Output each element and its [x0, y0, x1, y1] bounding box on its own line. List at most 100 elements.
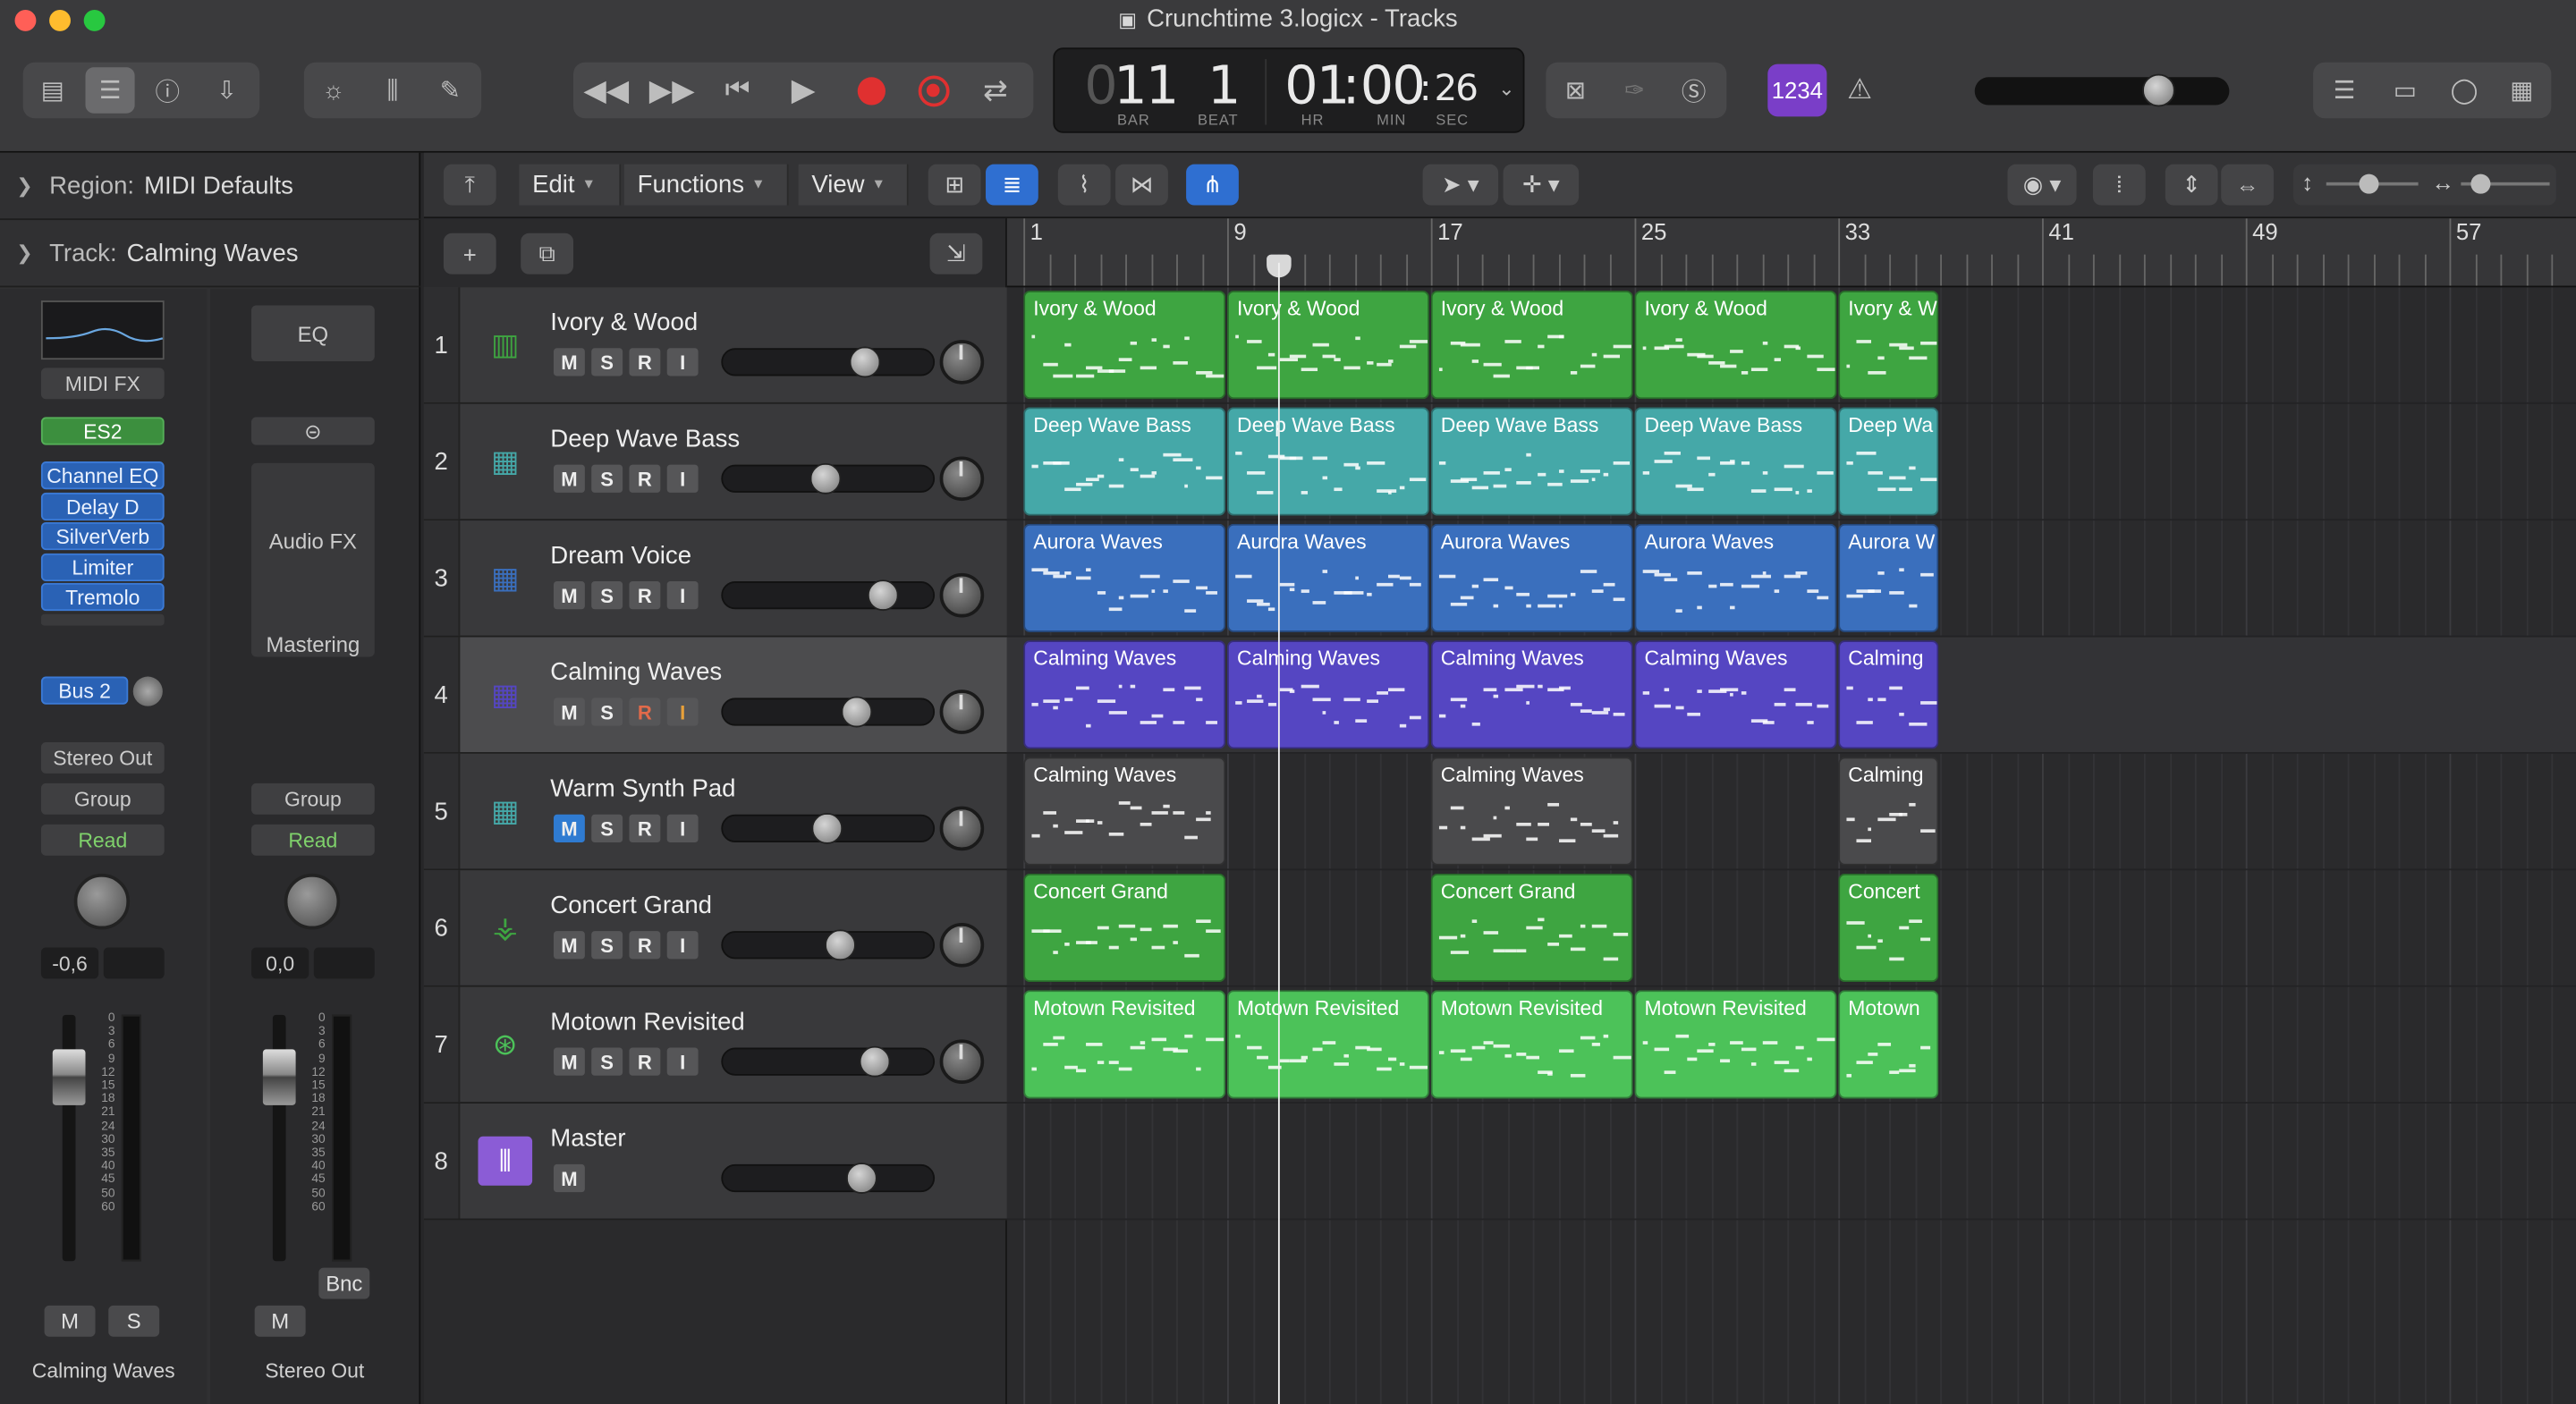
link-icon[interactable]: ⊝	[251, 417, 375, 445]
mute-button[interactable]: M	[553, 698, 585, 726]
midi-region[interactable]: Motown	[1838, 990, 1939, 1099]
volume-thumb[interactable]	[809, 462, 842, 495]
group-slot[interactable]: Group	[40, 782, 165, 815]
pan-knob[interactable]	[284, 873, 341, 930]
send-knob[interactable]	[132, 676, 163, 706]
input-monitor-button[interactable]: I	[666, 698, 699, 726]
track-header-7[interactable]: 7 ⊛ Motown Revisited M S R I	[423, 986, 1007, 1104]
track-pan-knob[interactable]	[939, 572, 985, 618]
pencil-icon[interactable]: ✎	[428, 67, 473, 113]
mute-button[interactable]: M	[553, 581, 585, 610]
playhead[interactable]	[1277, 262, 1280, 1404]
midi-region[interactable]: Motown Revisited	[1023, 990, 1226, 1099]
midi-region[interactable]: Ivory & Wood	[1227, 291, 1429, 400]
midi-region[interactable]: Motown Revisited	[1634, 990, 1837, 1099]
list-icon[interactable]: ☰	[2321, 67, 2367, 113]
midi-region[interactable]: Concert Grand	[1023, 873, 1226, 983]
track-inspector-header[interactable]: ❯ Track: Calming Waves	[0, 220, 421, 288]
solo-button[interactable]: S	[591, 814, 623, 843]
instrument-slot[interactable]: ES2	[40, 417, 165, 445]
automation-icon[interactable]: ⌇	[1057, 164, 1111, 206]
solo-button[interactable]: S	[108, 1305, 160, 1337]
waveform-zoom-icon[interactable]: ⦙	[2092, 164, 2146, 206]
duplicate-track-icon[interactable]: ⧉	[521, 233, 574, 275]
browser-icon[interactable]: ▦	[2499, 67, 2545, 113]
lcd-display[interactable]: 0 11 1 BAR BEAT 01 : 00 : 26 HR MIN SEC …	[1053, 47, 1525, 133]
volume-thumb[interactable]	[867, 579, 899, 612]
track-pan-knob[interactable]	[939, 340, 985, 385]
master-volume-slider[interactable]	[1974, 73, 2230, 107]
mute-button[interactable]: M	[553, 814, 585, 843]
fast-forward-icon[interactable]: ▶▶	[646, 67, 699, 113]
midi-fx-slot[interactable]: MIDI FX	[40, 368, 165, 400]
mute-button[interactable]: M	[44, 1305, 96, 1337]
add-track-button[interactable]: +	[443, 233, 496, 275]
inspector-icon[interactable]: ☰	[85, 67, 135, 114]
audio-fx-slot[interactable]: Audio FX	[251, 462, 375, 657]
pan-knob[interactable]	[73, 873, 131, 930]
volume-thumb[interactable]	[841, 696, 873, 728]
master-volume-thumb[interactable]	[2142, 73, 2176, 107]
track-name[interactable]: Motown Revisited	[550, 1008, 744, 1036]
midi-region[interactable]: Calming Waves	[1430, 640, 1633, 749]
midi-region[interactable]: Calming Waves	[1023, 640, 1226, 749]
mute-button[interactable]: M	[553, 931, 585, 960]
automation-mode[interactable]: Read	[40, 824, 165, 856]
mute-button[interactable]: M	[553, 464, 585, 493]
snap-icon[interactable]: ⋔	[1186, 164, 1239, 206]
bounce-button[interactable]: Bnc	[318, 1267, 370, 1299]
track-pan-knob[interactable]	[939, 1039, 985, 1084]
track-pan-knob[interactable]	[939, 923, 985, 968]
vertical-fit-icon[interactable]: ⇕	[2165, 164, 2218, 206]
track-header-1[interactable]: 1 ▥ Ivory & Wood M S R I	[423, 287, 1007, 404]
solo-button[interactable]: S	[591, 698, 623, 726]
input-monitor-button[interactable]: I	[666, 581, 699, 610]
track-name[interactable]: Dream Voice	[550, 542, 691, 570]
solo-button[interactable]: S	[591, 1047, 623, 1076]
track-volume-slider[interactable]	[721, 1045, 936, 1078]
track-header-2[interactable]: 2 ▦ Deep Wave Bass M S R I	[423, 403, 1007, 521]
track-name[interactable]: Warm Synth Pad	[550, 775, 735, 803]
eq-slot[interactable]: EQ	[251, 305, 375, 361]
go-to-start-icon[interactable]: ⏮	[715, 67, 760, 113]
list-view-icon[interactable]: ≣	[986, 164, 1038, 206]
record-enable-button[interactable]: R	[629, 1047, 661, 1076]
collapse-icon[interactable]: ⇲	[929, 233, 983, 275]
mute-button[interactable]: M	[254, 1305, 306, 1337]
track-name[interactable]: Ivory & Wood	[550, 309, 698, 336]
solo-button[interactable]: S	[591, 931, 623, 960]
midi-region[interactable]: Aurora Waves	[1227, 523, 1429, 632]
plugin-slot-1[interactable]: Channel EQ	[40, 461, 165, 490]
track-volume-slider[interactable]	[721, 812, 936, 844]
midi-region[interactable]: Ivory & Wood	[1634, 291, 1837, 400]
record-enable-button[interactable]: R	[629, 931, 661, 960]
view-menu[interactable]: View ▾	[798, 164, 909, 206]
plugin-slot-2[interactable]: Delay D	[40, 492, 165, 521]
midi-region[interactable]: Deep Wave Bass	[1430, 407, 1633, 516]
input-monitor-button[interactable]: I	[666, 931, 699, 960]
track-volume-slider[interactable]	[721, 929, 936, 961]
catch-icon[interactable]: ◉ ▾	[2007, 164, 2077, 206]
solo-button[interactable]: S	[591, 464, 623, 493]
midi-region[interactable]: Aurora W	[1838, 523, 1939, 632]
mixer-icon[interactable]: ⫼	[369, 67, 415, 113]
pointer-tool-icon[interactable]: ➤ ▾	[1422, 164, 1499, 206]
track-volume-slider[interactable]	[721, 346, 936, 378]
record-enable-button[interactable]: R	[629, 698, 661, 726]
midi-region[interactable]: Calming Waves	[1023, 757, 1226, 866]
midi-region[interactable]: Deep Wave Bass	[1634, 407, 1837, 516]
replace-icon[interactable]	[911, 67, 956, 113]
volume-readout[interactable]: -0,6	[40, 947, 99, 979]
solo-icon[interactable]: Ⓢ	[1671, 67, 1716, 113]
track-pan-knob[interactable]	[939, 689, 985, 734]
track-volume-slider[interactable]	[721, 1163, 936, 1194]
volume-thumb[interactable]	[860, 1045, 891, 1078]
solo-button[interactable]: S	[591, 348, 623, 376]
plugin-slot-5[interactable]: Tremolo	[40, 582, 165, 612]
record-icon[interactable]	[848, 67, 894, 113]
flex-icon[interactable]: ⋈	[1115, 164, 1168, 206]
record-enable-button[interactable]: R	[629, 814, 661, 843]
volume-thumb[interactable]	[812, 812, 843, 844]
mute-button[interactable]: M	[553, 1047, 585, 1076]
output-slot[interactable]: Stereo Out	[40, 742, 165, 774]
